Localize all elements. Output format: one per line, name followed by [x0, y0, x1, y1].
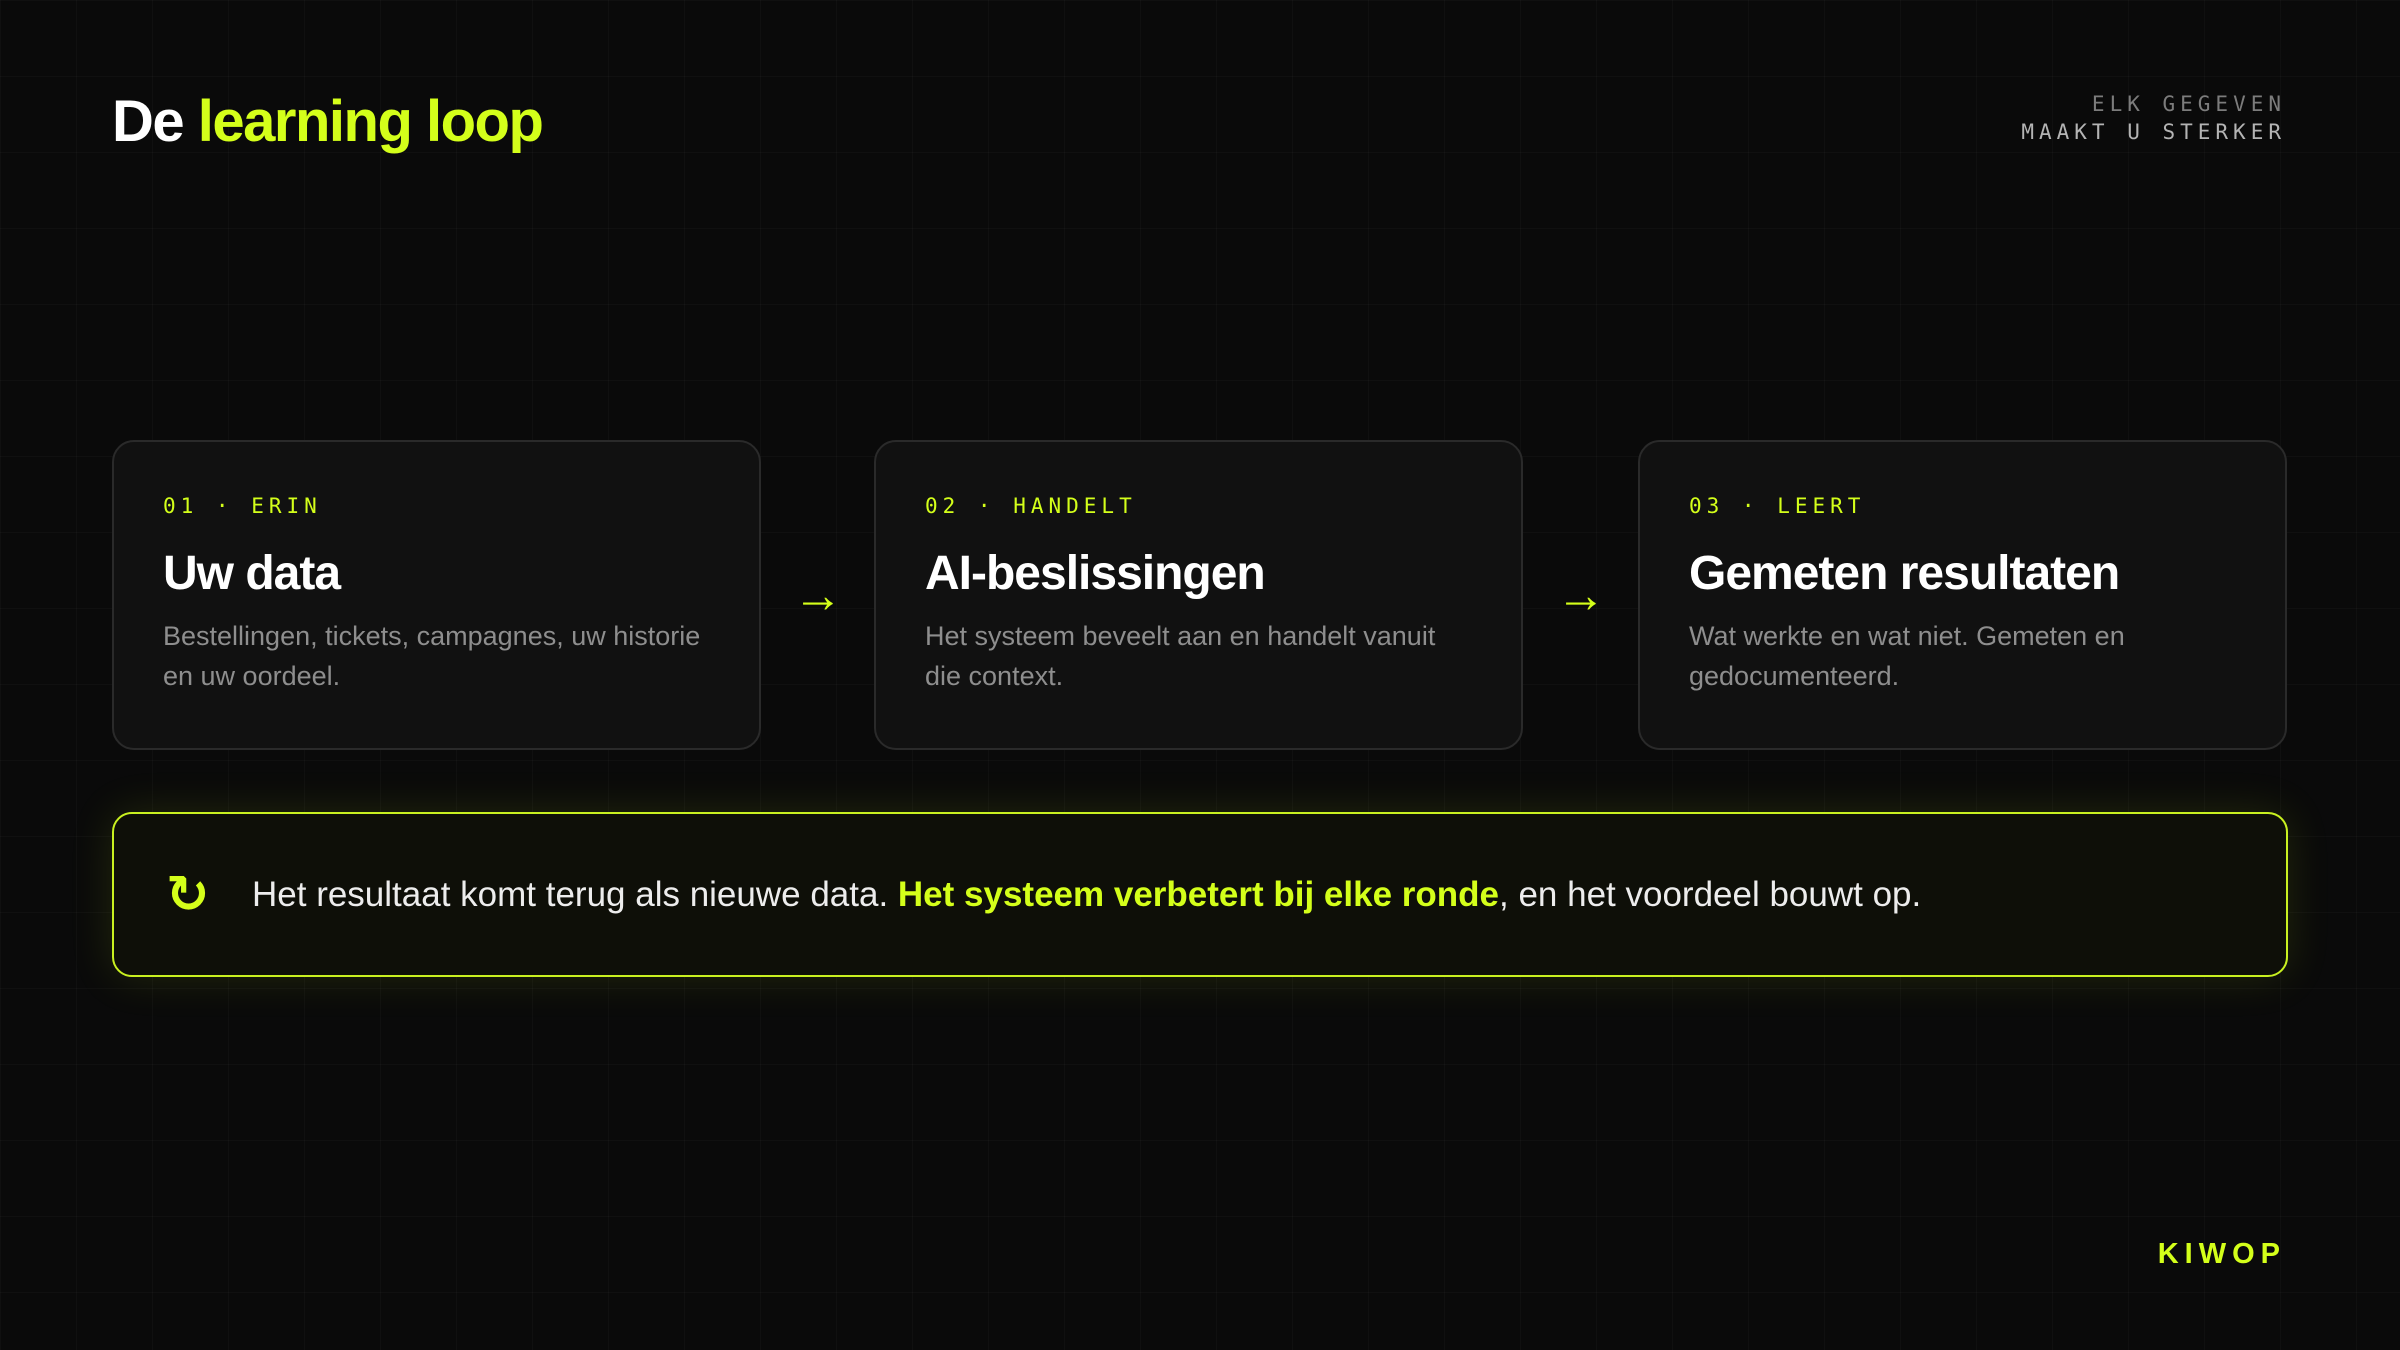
step-title: Gemeten resultaten [1689, 547, 2120, 600]
page-title-accent: learning loop [197, 89, 544, 154]
step-card-ai-beslissingen: 02 · HANDELT AI-beslissingen Het systeem… [874, 440, 1523, 750]
tagline: ELK GEGEVEN MAAKT U STERKER [2021, 90, 2286, 146]
loop-message-highlight: Het systeem verbetert bij elke ronde [897, 874, 1499, 914]
step-description: Het systeem beveelt aan en handelt vanui… [925, 621, 1436, 691]
step-title: AI-beslissingen [925, 547, 1266, 600]
step-card-uw-data: 01 · ERIN Uw data Bestellingen, tickets,… [112, 440, 761, 750]
loop-message-end: , en het voordeel bouwt op. [1499, 874, 1922, 914]
arrow-right-icon: → [793, 567, 843, 623]
brand-logo: KIWOP [2157, 1238, 2286, 1270]
step-kicker: 02 · HANDELT [925, 494, 1137, 518]
page-title: De learning loop [112, 86, 544, 158]
step-description: Bestellingen, tickets, campagnes, uw his… [163, 621, 701, 691]
tagline-line-2: MAAKT U STERKER [2021, 120, 2286, 144]
page-title-prefix: De [112, 89, 185, 154]
step-title: Uw data [163, 547, 341, 600]
feedback-loop-callout: ↻ Het resultaat komt terug als nieuwe da… [112, 812, 2288, 977]
tagline-line-1: ELK GEGEVEN [2091, 92, 2286, 116]
step-card-gemeten-resultaten: 03 · LEERT Gemeten resultaten Wat werkte… [1638, 440, 2287, 750]
step-description: Wat werkte en wat niet. Gemeten en gedoc… [1689, 621, 2125, 691]
step-kicker: 01 · ERIN [163, 494, 322, 518]
loop-message-start: Het resultaat komt terug als nieuwe data… [252, 874, 898, 914]
arrow-right-icon: → [1556, 567, 1606, 623]
step-kicker: 03 · LEERT [1689, 494, 1866, 518]
loop-refresh-icon: ↻ [166, 865, 210, 924]
loop-message: Het resultaat komt terug als nieuwe data… [252, 871, 1921, 919]
